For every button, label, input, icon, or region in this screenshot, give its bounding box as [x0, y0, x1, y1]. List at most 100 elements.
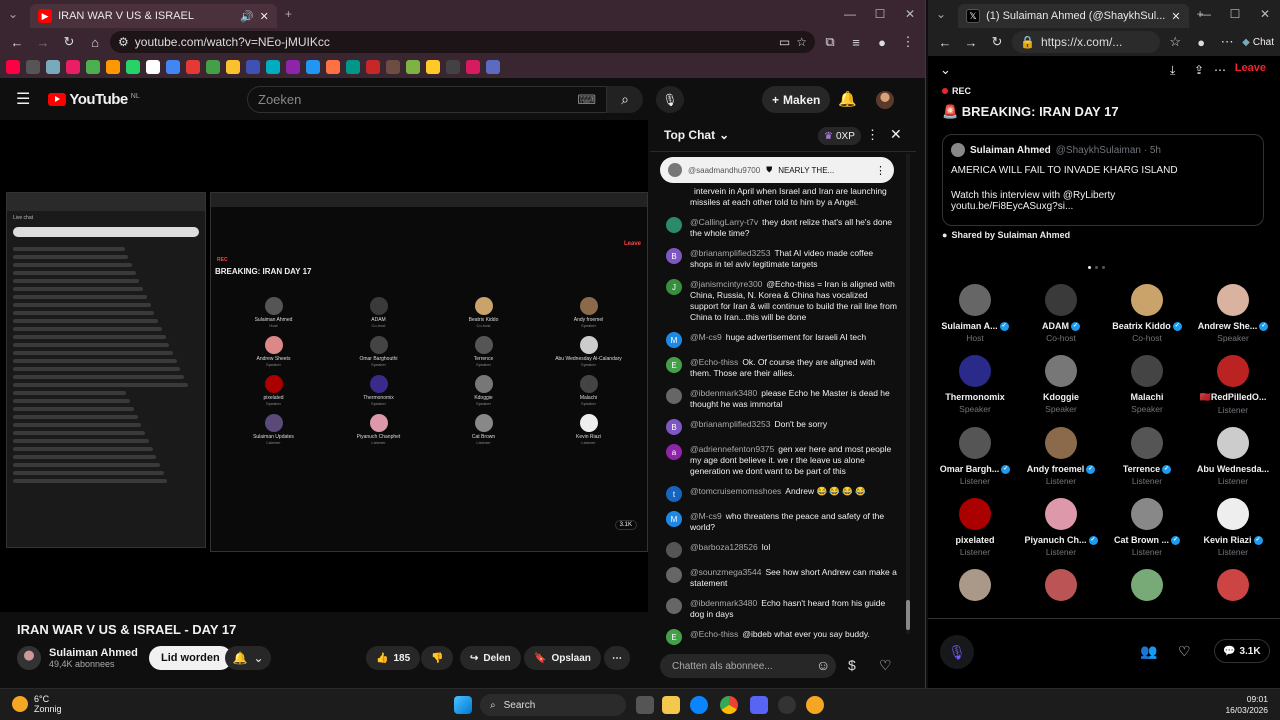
chat-message[interactable]: a @adriennefenton9375 gen xer here and mos… — [650, 442, 908, 479]
pinned-message[interactable]: @saadmandhu9700 ⛊ NEARLY THE... ⋮ — [660, 157, 894, 183]
participant-avatar[interactable] — [959, 498, 991, 530]
heart-icon[interactable]: ♡ — [879, 657, 892, 674]
profile-icon[interactable]: ● — [871, 31, 893, 53]
chat-author-avatar[interactable] — [666, 388, 682, 404]
bookmark-2-icon[interactable] — [26, 60, 40, 74]
reload-icon[interactable]: ↻ — [58, 31, 80, 53]
bookmark-6-icon[interactable] — [106, 60, 120, 74]
system-clock[interactable]: 09:01 16/03/2026 — [1225, 694, 1268, 716]
video-player[interactable]: Live chat REC BREAKING: IRAN DAY 17 Leav… — [0, 120, 648, 612]
site-info-icon[interactable]: ⚙ — [118, 35, 129, 49]
space-participant[interactable]: pixelated Listener — [932, 498, 1018, 557]
bookmark-4-icon[interactable] — [66, 60, 80, 74]
chat-author-avatar[interactable]: E — [666, 357, 682, 373]
save-button[interactable]: 🔖 Opslaan — [524, 646, 601, 670]
chat-author[interactable]: @barboza128526 — [690, 542, 758, 552]
bookmark-17-icon[interactable] — [326, 60, 340, 74]
share-button[interactable]: ↪ Delen — [460, 646, 521, 670]
chat-author[interactable]: @Echo-thiss — [690, 357, 738, 367]
menu-icon[interactable]: ⋮ — [897, 31, 919, 53]
minimize-space-icon[interactable]: ⤓ — [1170, 63, 1175, 78]
chevron-down-icon[interactable]: ⌄ — [719, 128, 729, 142]
participant-avatar[interactable] — [1045, 284, 1077, 316]
bookmark-11-icon[interactable] — [206, 60, 220, 74]
reload-icon[interactable]: ↻ — [986, 31, 1008, 53]
bookmark-9-icon[interactable] — [166, 60, 180, 74]
participant-avatar[interactable] — [1045, 355, 1077, 387]
maximize-icon[interactable]: ☐ — [1220, 0, 1250, 28]
participant-avatar[interactable] — [1217, 498, 1249, 530]
extensions-icon[interactable]: ⧉ — [819, 31, 841, 53]
chat-scroll-thumb[interactable] — [906, 600, 910, 630]
channel-name[interactable]: Sulaiman Ahmed — [49, 647, 138, 659]
github-icon[interactable] — [778, 696, 796, 714]
super-chat-icon[interactable]: $ — [848, 657, 856, 673]
profile-icon[interactable]: ● — [1190, 31, 1212, 53]
participant-avatar[interactable] — [1045, 569, 1077, 601]
bookmark-7-icon[interactable] — [126, 60, 140, 74]
space-participant[interactable]: Kevin Riazi ✓ Listener — [1190, 498, 1276, 557]
close-tab-icon[interactable]: ✕ — [260, 10, 269, 23]
tab-x[interactable]: 𝕏 (1) Sulaiman Ahmed (@ShaykhSul... ✕ — [958, 4, 1189, 28]
participant-avatar[interactable] — [1045, 427, 1077, 459]
bookmark-14-icon[interactable] — [266, 60, 280, 74]
new-tab-icon[interactable]: + — [277, 0, 300, 28]
chat-message[interactable]: E @Echo-thiss @ibdeb what ever you say bud… — [650, 627, 908, 646]
subscribe-bell-button[interactable]: 🔔 ⌄ — [225, 646, 271, 670]
favorites-icon[interactable]: ☆ — [1164, 31, 1186, 53]
more-icon[interactable]: ⋯ — [1216, 31, 1238, 53]
chat-author[interactable]: @CallingLarry-t7v — [690, 217, 758, 227]
chat-scrollbar[interactable] — [906, 154, 910, 634]
chat-author[interactable]: @janismcintyre300 — [690, 279, 762, 289]
chat-author[interactable]: @M-cs9 — [690, 332, 722, 342]
space-participant[interactable]: ADAM ✓ Co-host — [1018, 284, 1104, 343]
chat-author-avatar[interactable]: M — [666, 511, 682, 527]
media-icon[interactable]: ≡ — [845, 31, 867, 53]
account-avatar[interactable] — [876, 91, 894, 109]
weather-widget[interactable]: 6°C Zonnig — [12, 694, 62, 714]
chat-author-avatar[interactable]: t — [666, 486, 682, 502]
emoji-icon[interactable]: ☺ — [816, 657, 830, 673]
notifications-bell-icon[interactable]: 🔔 — [838, 90, 857, 108]
keyboard-icon[interactable]: ⌨ — [577, 92, 596, 108]
bookmark-24-icon[interactable] — [466, 60, 480, 74]
chat-message[interactable]: t @tomcruisemomsshoes Andrew 😂 😂 😂 😂 — [650, 484, 908, 504]
like-button[interactable]: 👍 185 — [366, 646, 421, 670]
space-participant[interactable]: Terrence ✓ Listener — [1104, 427, 1190, 486]
bookmark-15-icon[interactable] — [286, 60, 300, 74]
chat-message[interactable]: intervein in April when Israel and Iran … — [650, 184, 908, 210]
participant-avatar[interactable] — [1131, 569, 1163, 601]
discord-icon[interactable] — [750, 696, 768, 714]
space-participant[interactable]: Beatrix Kiddo ✓ Co-host — [1104, 284, 1190, 343]
minimize-icon[interactable]: — — [835, 0, 865, 28]
chat-author-avatar[interactable]: a — [666, 444, 682, 460]
chat-author[interactable]: @brianamplified3253 — [690, 419, 770, 429]
participant-avatar[interactable] — [959, 284, 991, 316]
share-icon[interactable]: ⇪ — [1194, 63, 1204, 77]
forward-icon[interactable]: → — [960, 31, 982, 53]
space-participant[interactable]: Sulaiman A... ✓ Host — [932, 284, 1018, 343]
participant-avatar[interactable] — [1217, 284, 1249, 316]
voice-search-button[interactable]: 🎙 — [656, 86, 684, 113]
x-address-bar[interactable]: 🔒 https://x.com/... — [1012, 31, 1161, 53]
chat-message[interactable]: B @brianamplified3253 That AI video made c… — [650, 246, 908, 272]
participant-avatar[interactable] — [1131, 355, 1163, 387]
chat-author[interactable]: @M-cs9 — [690, 511, 722, 521]
create-button[interactable]: + Maken — [762, 86, 831, 113]
channel-avatar[interactable] — [17, 646, 41, 670]
bookmark-5-icon[interactable] — [86, 60, 100, 74]
space-participant[interactable]: Piyanuch Ch... ✓ Listener — [1018, 498, 1104, 557]
chrome-icon[interactable] — [720, 696, 738, 714]
chat-author-avatar[interactable] — [666, 567, 682, 583]
pinned-tweet[interactable]: Sulaiman Ahmed @ShaykhSulaiman · 5h AMER… — [942, 134, 1264, 226]
bookmark-12-icon[interactable] — [226, 60, 240, 74]
tab-list-icon[interactable]: ⌄ — [0, 0, 26, 28]
chat-message[interactable]: J @janismcintyre300 @Echo-thiss = Iran is … — [650, 277, 908, 325]
space-participant[interactable]: Andy froemel ✓ Listener — [1018, 427, 1104, 486]
space-participant[interactable]: 🇲🇦RedPilledO... Listener — [1190, 355, 1276, 415]
tweet-link[interactable]: youtu.be/Fi8EycASuxg?si... — [951, 201, 1255, 212]
space-participant[interactable] — [932, 569, 1018, 606]
space-participant[interactable]: Thermonomix Speaker — [932, 355, 1018, 415]
task-view-icon[interactable] — [636, 696, 654, 714]
space-participant[interactable]: Abu Wednesda... Listener — [1190, 427, 1276, 486]
